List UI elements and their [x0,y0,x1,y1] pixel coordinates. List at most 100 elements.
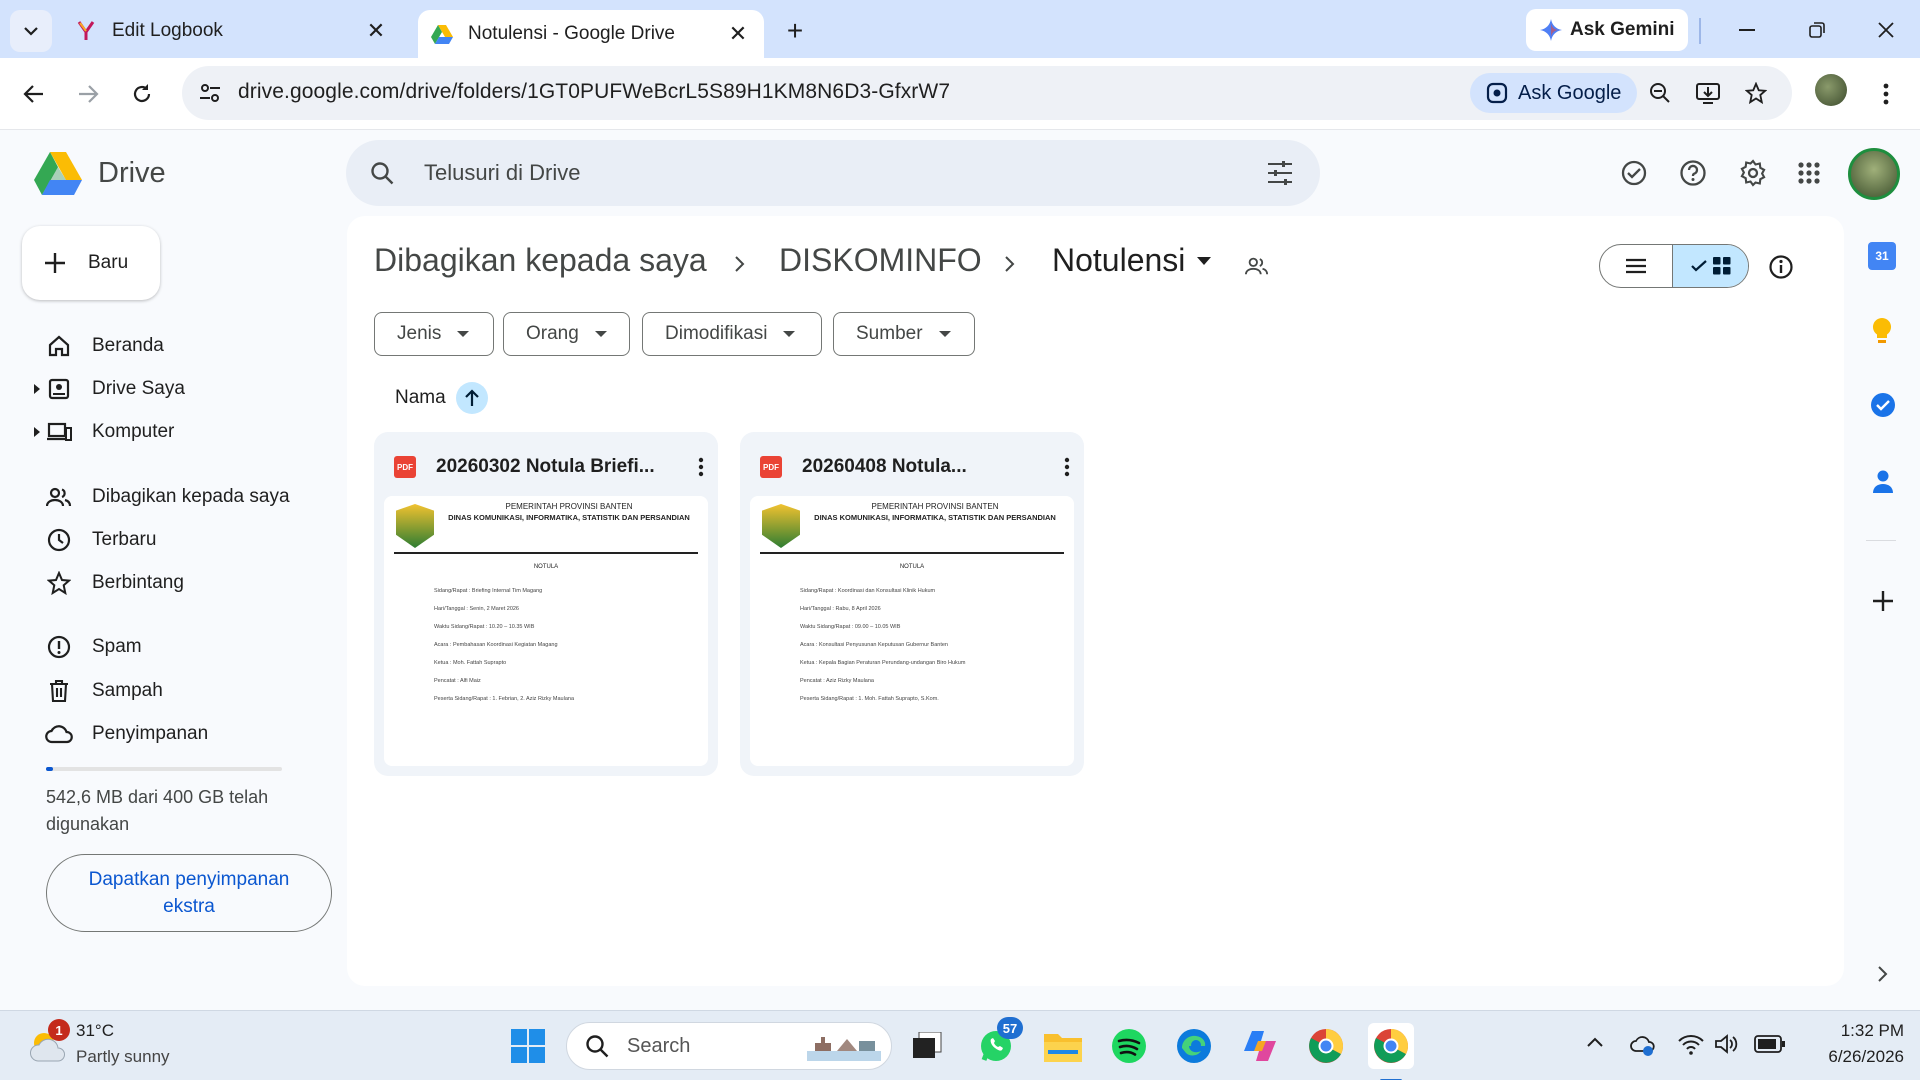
close-icon[interactable]: ✕ [724,20,752,48]
task-view-button[interactable] [905,1023,951,1069]
weather-desc[interactable]: Partly sunny [76,1047,170,1067]
google-apps-button[interactable] [1789,153,1829,193]
drive-search-bar[interactable]: Telusuri di Drive [346,140,1320,206]
contacts-icon[interactable] [1872,468,1894,494]
ask-google-button[interactable]: Ask Google [1470,73,1638,113]
close-icon[interactable]: ✕ [362,17,390,45]
chevron-down-icon [24,27,38,36]
bookmark-button[interactable] [1736,73,1776,113]
browser-toolbar: drive.google.com/drive/folders/1GT0PUFWe… [0,58,1920,130]
nav-item-trash[interactable]: Sampah [0,671,330,711]
edge-button[interactable] [1171,1023,1217,1069]
breadcrumb-notulensi[interactable]: Notulensi [1052,242,1212,279]
profile-avatar[interactable] [1815,74,1847,106]
nav-item-recent[interactable]: Terbaru [0,520,330,560]
file-card-header: PDF 20260302 Notula Briefi... [394,450,704,484]
search-input[interactable]: Telusuri di Drive [424,160,581,186]
back-button[interactable] [14,74,54,114]
doc-line: Ketua : Kepala Bagian Peraturan Perundan… [800,660,966,666]
expand-arrow-icon[interactable] [34,427,40,437]
breadcrumb-diskominfo[interactable]: DISKOMINFO [779,242,982,279]
nav-item-starred[interactable]: Berbintang [0,563,330,603]
install-icon [1696,83,1720,104]
nav-item-my-drive[interactable]: Drive Saya [0,369,330,409]
shared-folder-icon[interactable] [1245,256,1269,276]
sort-direction-button[interactable] [455,382,488,414]
info-icon[interactable] [1768,254,1794,280]
forward-button[interactable] [68,74,108,114]
clock-time[interactable]: 1:32 PM [1804,1021,1904,1041]
chevron-up-icon[interactable] [1587,1037,1603,1047]
support-button[interactable] [1673,153,1713,193]
nav-item-spam[interactable]: Spam [0,627,330,667]
onedrive-status-icon[interactable] [1630,1033,1656,1057]
tasks-icon[interactable] [1870,392,1896,418]
keep-icon[interactable] [1870,316,1894,346]
copilot-button[interactable] [1237,1023,1283,1069]
chrome-button[interactable] [1303,1023,1349,1069]
nav-item-shared-with-me[interactable]: Dibagikan kepada saya [0,477,330,517]
zoom-button[interactable] [1640,73,1680,113]
storage-bar-fill [46,767,53,771]
url-text[interactable]: drive.google.com/drive/folders/1GT0PUFWe… [238,80,950,104]
nav-item-computers[interactable]: Komputer [0,412,330,452]
new-button[interactable]: Baru [22,226,160,300]
minimize-button[interactable] [1727,10,1767,50]
nav-label: Sampah [92,680,163,701]
offline-ready-button[interactable] [1614,153,1654,193]
weather-widget-icon[interactable]: 1 [28,1019,70,1065]
nav-label: Drive Saya [92,378,185,399]
more-vert-icon[interactable] [1064,457,1070,477]
list-view-button[interactable] [1600,245,1674,287]
new-tab-button[interactable]: + [778,14,812,48]
filter-type[interactable]: Jenis [374,312,494,356]
filter-modified[interactable]: Dimodifikasi [642,312,822,356]
spotify-button[interactable] [1106,1023,1152,1069]
tab-edit-logbook[interactable]: Edit Logbook ✕ [62,10,402,52]
menu-button[interactable] [1866,74,1906,114]
chevron-right-icon[interactable] [1878,966,1888,982]
ask-gemini-button[interactable]: Ask Gemini [1526,9,1688,51]
chrome-profile-button[interactable] [1368,1023,1414,1080]
breadcrumb-shared-with-me[interactable]: Dibagikan kepada saya [374,242,707,279]
search-options-icon[interactable] [1266,160,1294,186]
start-button[interactable] [505,1023,551,1069]
list-icon [1626,258,1646,274]
get-add-ons-plus-icon[interactable] [1872,590,1894,612]
weather-temp[interactable]: 31°C [76,1021,114,1041]
drive-logo[interactable]: Drive [34,152,166,195]
nav-item-storage[interactable]: Penyimpanan [0,714,330,754]
filter-people[interactable]: Orang [503,312,630,356]
whatsapp-taskbar-button[interactable]: 57 [973,1017,1023,1069]
account-avatar[interactable] [1848,148,1900,200]
spotify-icon [1112,1029,1146,1063]
settings-button[interactable] [1733,153,1773,193]
calendar-icon[interactable]: 31 [1868,242,1896,270]
expand-arrow-icon[interactable] [34,384,40,394]
reload-icon [133,84,151,103]
tab-search-button[interactable] [10,10,52,52]
volume-icon[interactable] [1714,1033,1738,1055]
grid-view-button[interactable] [1673,245,1748,287]
more-vert-icon[interactable] [698,457,704,477]
wifi-icon[interactable] [1678,1033,1704,1055]
address-bar[interactable]: drive.google.com/drive/folders/1GT0PUFWe… [182,66,1792,120]
close-window-button[interactable] [1866,10,1906,50]
apps-grid-icon [1798,162,1820,184]
tab-notulensi[interactable]: Notulensi - Google Drive ✕ [418,10,764,58]
restore-button[interactable] [1797,10,1837,50]
site-info-button[interactable] [190,73,230,113]
sort-by-name[interactable]: Nama [395,382,488,414]
clock-date[interactable]: 6/26/2026 [1804,1047,1904,1067]
filter-source[interactable]: Sumber [833,312,975,356]
taskbar-search[interactable]: Search [566,1022,892,1070]
file-explorer-button[interactable] [1040,1023,1086,1069]
battery-icon[interactable] [1754,1035,1786,1053]
install-app-button[interactable] [1688,73,1728,113]
reload-button[interactable] [122,74,162,114]
file-card[interactable]: PDF 20260302 Notula Briefi... PEMERINTAH… [374,432,718,776]
nav-item-home[interactable]: Beranda [0,326,330,366]
caret-down-icon [457,331,470,337]
get-more-storage-button[interactable]: Dapatkan penyimpanan ekstra [46,854,332,932]
file-card[interactable]: PDF 20260408 Notula... PEMERINTAH PROVIN… [740,432,1084,776]
